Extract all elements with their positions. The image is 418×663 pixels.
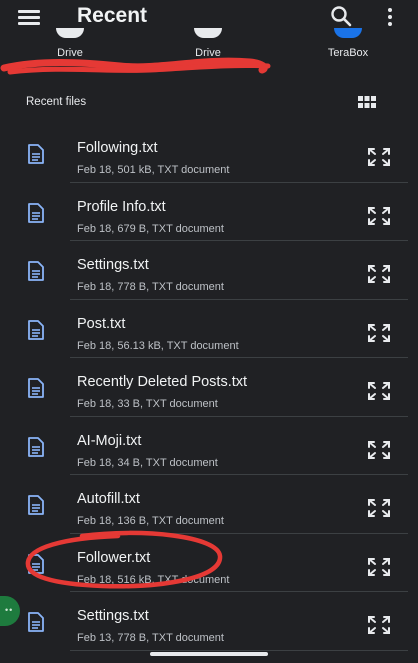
search-icon[interactable] <box>330 5 352 27</box>
expand-icon[interactable] <box>367 440 391 460</box>
file-name: Post.txt <box>77 315 126 332</box>
expand-icon[interactable] <box>367 615 391 635</box>
terabox-icon <box>334 28 362 38</box>
text-document-icon <box>28 261 44 281</box>
hamburger-menu-icon[interactable] <box>18 8 40 26</box>
text-document-icon <box>28 612 44 632</box>
file-row[interactable]: Profile Info.txt Feb 18, 679 B, TXT docum… <box>0 183 418 241</box>
file-row[interactable]: Recently Deleted Posts.txt Feb 18, 33 B, … <box>0 358 418 417</box>
file-meta: Feb 18, 136 B, TXT document <box>77 515 224 527</box>
drive-icon <box>56 28 84 38</box>
gesture-navigation-bar[interactable] <box>150 652 268 656</box>
source-drive[interactable]: Drive <box>50 28 90 59</box>
file-name: Autofill.txt <box>77 491 140 507</box>
file-row[interactable]: Autofill.txt Feb 18, 136 B, TXT document <box>0 475 418 534</box>
grid-view-icon[interactable] <box>358 96 376 108</box>
more-options-icon[interactable] <box>386 6 394 28</box>
file-row[interactable]: Post.txt Feb 18, 56.13 kB, TXT document <box>0 300 418 358</box>
text-document-icon <box>28 319 44 340</box>
expand-icon[interactable] <box>367 264 391 284</box>
expand-icon[interactable] <box>367 381 391 401</box>
file-row[interactable]: Follower.txt Feb 18, 516 kB, TXT document <box>0 534 418 592</box>
file-meta: Feb 18, 778 B, TXT document <box>77 281 224 293</box>
expand-icon[interactable] <box>367 323 391 343</box>
text-document-icon <box>28 495 44 515</box>
file-name: Settings.txt <box>77 608 149 624</box>
file-name: AI-Moji.txt <box>77 432 142 449</box>
file-name: Profile Info.txt <box>77 198 166 215</box>
source-drive-2[interactable]: Drive <box>188 28 228 59</box>
file-meta: Feb 18, 516 kB, TXT document <box>77 573 230 586</box>
source-label: Drive <box>57 47 83 59</box>
text-document-icon <box>28 144 44 164</box>
text-document-icon <box>28 553 44 574</box>
file-meta: Feb 18, 33 B, TXT document <box>77 398 218 410</box>
expand-icon[interactable] <box>367 557 391 577</box>
file-meta: Feb 18, 34 B, TXT document <box>77 456 218 469</box>
fab-dots: •• <box>5 605 14 615</box>
file-meta: Feb 18, 56.13 kB, TXT document <box>77 339 239 352</box>
file-row[interactable]: AI-Moji.txt Feb 18, 34 B, TXT document <box>0 417 418 475</box>
text-document-icon <box>28 378 44 398</box>
file-meta: Feb 18, 679 B, TXT document <box>77 222 224 235</box>
file-name: Settings.txt <box>77 257 149 273</box>
page-title: Recent <box>77 4 148 27</box>
expand-icon[interactable] <box>367 206 391 226</box>
divider <box>70 649 408 651</box>
file-row[interactable]: Settings.txt Feb 18, 778 B, TXT document <box>0 241 418 300</box>
storage-sources: Drive Drive TeraBox <box>0 28 418 64</box>
expand-icon[interactable] <box>367 498 391 518</box>
text-document-icon <box>28 436 44 457</box>
expand-icon[interactable] <box>367 147 391 167</box>
file-name: Following.txt <box>77 140 158 156</box>
source-label: Drive <box>195 47 221 59</box>
file-row[interactable]: Following.txt Feb 18, 501 kB, TXT documen… <box>0 124 418 183</box>
source-terabox[interactable]: TeraBox <box>320 28 376 59</box>
file-meta: Feb 13, 778 B, TXT document <box>77 632 224 644</box>
text-document-icon <box>28 202 44 223</box>
file-name: Recently Deleted Posts.txt <box>77 374 248 390</box>
file-meta: Feb 18, 501 kB, TXT document <box>77 164 230 176</box>
file-row[interactable]: Settings.txt Feb 13, 778 B, TXT document <box>0 592 418 651</box>
recent-files-list: Following.txt Feb 18, 501 kB, TXT documen… <box>0 124 418 651</box>
recent-files-header: Recent files <box>26 96 87 108</box>
drive-icon <box>194 28 222 38</box>
source-label: TeraBox <box>327 47 369 59</box>
file-name: Follower.txt <box>77 549 151 566</box>
